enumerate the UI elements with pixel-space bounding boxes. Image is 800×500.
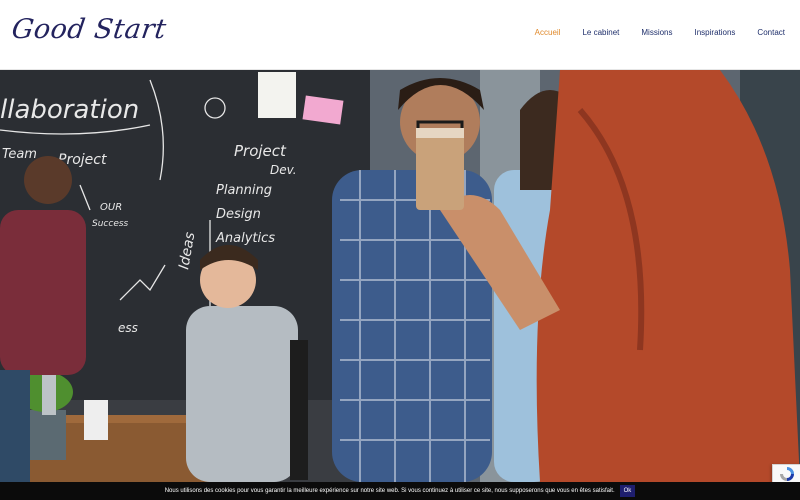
- nav-item-accueil[interactable]: Accueil: [535, 28, 561, 37]
- chalk-word: Planning: [216, 183, 272, 198]
- chalk-word: Dev.: [270, 163, 297, 177]
- recaptcha-badge[interactable]: [772, 464, 800, 484]
- nav-item-contact[interactable]: Contact: [757, 28, 785, 37]
- chalk-word: ess: [118, 321, 138, 335]
- site-logo[interactable]: Good Start: [10, 14, 169, 45]
- main-nav: Accueil Le cabinet Missions Inspirations…: [513, 28, 785, 37]
- office-collaboration-photo: llaboration Team Project OUR Success Pro…: [0, 70, 800, 482]
- site-header: Good Start Accueil Le cabinet Missions I…: [0, 0, 800, 70]
- nav-item-missions[interactable]: Missions: [641, 28, 672, 37]
- chalk-word: llaboration: [0, 95, 139, 125]
- cookie-message: Nous utilisons des cookies pour vous gar…: [164, 488, 615, 494]
- chalk-word: Success: [92, 219, 129, 229]
- chalk-word: Project: [234, 142, 287, 160]
- chalk-word: Analytics: [215, 231, 275, 246]
- chalk-word: Team: [2, 147, 37, 162]
- recaptcha-icon: [779, 467, 794, 481]
- cookie-consent-bar: Nous utilisons des cookies pour vous gar…: [0, 482, 800, 500]
- cookie-ok-button[interactable]: Ok: [619, 485, 636, 497]
- chalk-word: Design: [216, 207, 261, 222]
- chalk-word: OUR: [100, 202, 122, 213]
- nav-item-inspirations[interactable]: Inspirations: [695, 28, 736, 37]
- hero-image: llaboration Team Project OUR Success Pro…: [0, 70, 800, 482]
- nav-item-le-cabinet[interactable]: Le cabinet: [582, 28, 619, 37]
